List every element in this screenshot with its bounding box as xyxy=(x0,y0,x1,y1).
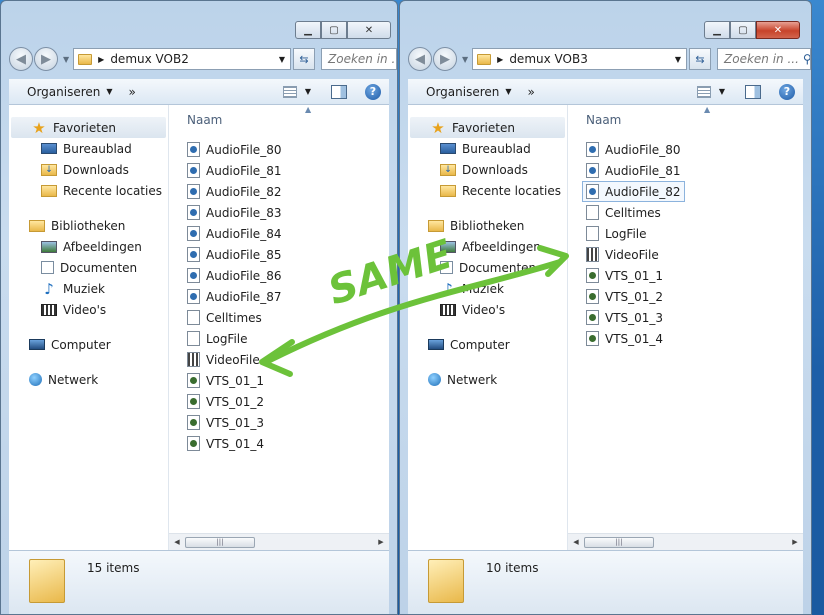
annotation-overlay: SAME xyxy=(259,231,569,377)
annotation-arrowhead-right xyxy=(537,245,569,277)
annotation-text: SAME xyxy=(323,231,458,314)
